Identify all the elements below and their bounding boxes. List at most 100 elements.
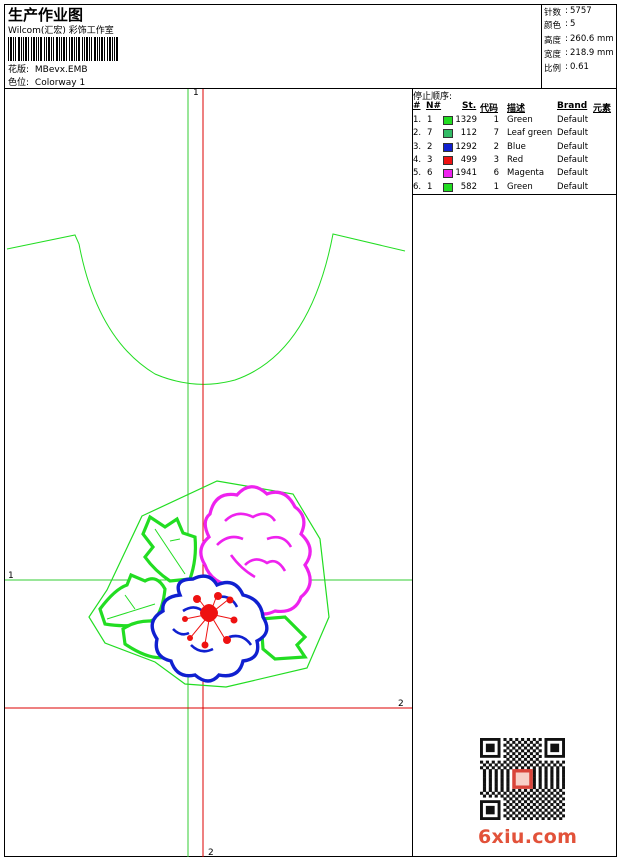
qr-module: [526, 738, 531, 742]
qr-module: [547, 811, 551, 815]
qr-module: [482, 771, 487, 775]
qr-module: [550, 774, 554, 778]
qr-module: [556, 803, 560, 807]
qr-module: [523, 788, 528, 792]
sequence-cell-no: 1: [427, 115, 433, 125]
qr-module: [523, 740, 528, 744]
sequence-cell-brand: Default: [557, 181, 589, 192]
qr-module: [538, 814, 542, 818]
qr-module: [509, 743, 513, 747]
sequence-cell-code: 1: [493, 181, 499, 192]
barcode-bar: [78, 37, 80, 61]
qr-module: [553, 811, 557, 815]
qr-module: [535, 805, 539, 809]
qr-module: [512, 763, 516, 767]
qr-module: [480, 766, 484, 770]
qr-module: [503, 797, 507, 801]
qr-module: [538, 769, 542, 773]
qr-module: [518, 757, 522, 761]
barcode-bar: [101, 37, 103, 61]
qr-module: [538, 783, 542, 787]
qr-module: [544, 766, 548, 770]
guide-label-h-red: 2: [398, 699, 404, 709]
qr-module: [547, 817, 551, 820]
qr-module: [512, 788, 516, 792]
barcode-bar: [107, 37, 108, 61]
barcode-bar: [53, 37, 54, 61]
col-header-index: #: [413, 101, 421, 111]
qr-module: [523, 800, 528, 804]
design-file: 花版: MBevx.EMB: [8, 62, 88, 75]
guide-label-v-green: 1: [193, 89, 199, 98]
qr-module: [500, 774, 504, 778]
barcode-bar: [28, 37, 29, 61]
qr-module: [535, 763, 539, 767]
sequence-cell-desc: Red: [507, 154, 524, 165]
qr-module: [538, 760, 542, 764]
qr-module: [512, 817, 516, 820]
qr-module: [488, 763, 492, 767]
qr-module: [526, 766, 531, 770]
sequence-cell-no: 3: [427, 154, 433, 165]
qr-module: [482, 774, 487, 778]
qr-module: [538, 777, 542, 781]
barcode-bar: [84, 37, 85, 61]
barcode: [8, 37, 118, 61]
barcode-bar: [63, 37, 65, 61]
sequence-cell-index: 3.: [413, 141, 422, 152]
qr-module: [482, 783, 487, 787]
qr-module: [494, 794, 498, 798]
qr-module: [515, 766, 519, 770]
qr-module: [538, 743, 542, 747]
qr-module: [523, 752, 528, 756]
qr-module: [550, 808, 554, 812]
qr-module: [503, 760, 507, 764]
qr-module: [488, 774, 492, 778]
qr-module: [562, 780, 565, 784]
qr-module: [488, 769, 492, 773]
stat-label: 高度: [544, 36, 562, 46]
qr-module: [509, 808, 513, 812]
colorway-value: Colorway 1: [34, 78, 86, 88]
barcode-bar: [82, 37, 83, 61]
qr-module: [509, 760, 513, 764]
qr-module: [556, 774, 560, 778]
qr-module: [529, 752, 533, 756]
qr-module: [526, 760, 531, 764]
qr-module: [506, 763, 510, 767]
qr-module: [500, 780, 504, 784]
qr-module: [494, 777, 498, 781]
qr-module: [512, 757, 516, 761]
qr-module: [550, 777, 554, 781]
color-swatch: [443, 155, 453, 165]
sequence-cell-desc: Blue: [507, 141, 526, 152]
qr-module: [547, 800, 551, 804]
design-file-value: MBevx.EMB: [34, 65, 88, 75]
qr-module: [538, 754, 542, 758]
barcode-bar: [104, 37, 105, 61]
barcode-bar: [86, 37, 88, 61]
stat-value: 5: [570, 19, 576, 29]
qr-module: [512, 752, 516, 756]
color-swatch: [443, 182, 453, 192]
qr-module: [526, 754, 531, 758]
qr-module: [506, 769, 510, 773]
qr-module: [518, 763, 522, 767]
qr-module: [506, 780, 510, 784]
qr-module: [526, 743, 531, 747]
qr-module: [562, 783, 565, 787]
qr-module: [556, 766, 560, 770]
qr-module: [500, 763, 504, 767]
qr-module: [529, 763, 533, 767]
sequence-cell-index: 1.: [413, 115, 422, 125]
qr-module: [553, 788, 557, 792]
qr-module: [562, 774, 565, 778]
color-swatch: [443, 142, 453, 152]
sequence-cell-brand: Default: [557, 115, 589, 125]
qr-module: [538, 791, 542, 795]
sequence-cell-no: 6: [427, 168, 433, 179]
qr-module: [485, 760, 489, 764]
qr-module: [506, 794, 510, 798]
qr-module: [494, 786, 498, 790]
qr-module: [512, 805, 516, 809]
